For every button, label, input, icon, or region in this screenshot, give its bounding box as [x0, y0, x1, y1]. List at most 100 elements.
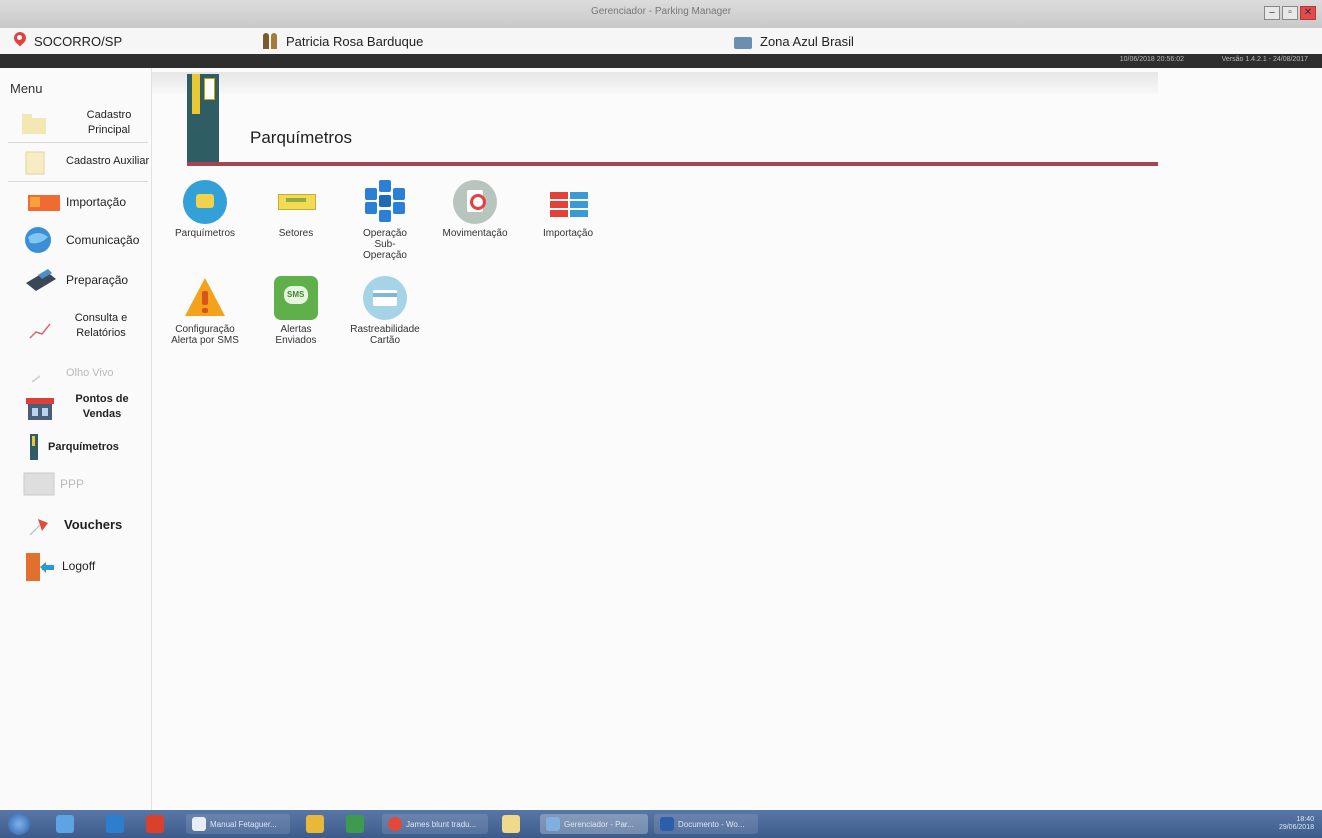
- sidebar-item-label: Vouchers: [64, 516, 123, 532]
- module-parquimetros[interactable]: Parquímetros: [161, 180, 249, 239]
- system-clock[interactable]: 18:40 29/06/2018: [1279, 816, 1314, 832]
- voucher-icon: [18, 509, 62, 539]
- taskbar-app-2[interactable]: James blunt tradu...: [382, 814, 488, 834]
- sidebar-item-cadastro-auxiliar[interactable]: Cadastro Auxiliar: [0, 144, 152, 178]
- sidebar-item-label: Logoff: [62, 558, 96, 573]
- taskbar-app-1[interactable]: Manual Fetaguer...: [186, 814, 290, 834]
- sidebar-item-label: Parquímetros: [48, 440, 119, 453]
- sidebar-item-cadastro-principal[interactable]: Cadastro Principal: [0, 106, 152, 140]
- globe-icon: [18, 225, 62, 255]
- user-icon: [262, 32, 280, 50]
- taskbar-app-4[interactable]: Documento - Wo...: [654, 814, 758, 834]
- parking-meter-icon: [183, 180, 227, 224]
- warning-icon: [183, 276, 227, 320]
- clock-time: 18:40: [1296, 816, 1314, 823]
- page-title: Parquímetros: [250, 128, 353, 147]
- location-pin-icon: [12, 32, 28, 50]
- explorer-icon[interactable]: [502, 815, 520, 833]
- module-label: Importação: [542, 228, 594, 239]
- browser-icon[interactable]: [56, 815, 74, 833]
- excel-icon[interactable]: [346, 815, 364, 833]
- ppp-icon: [18, 469, 62, 499]
- sidebar-item-label: Consulta e Relatórios: [74, 312, 128, 339]
- snowflake-icon: [363, 180, 407, 224]
- sidebar-item-label: Preparação: [66, 272, 129, 287]
- eye-icon: [18, 358, 62, 388]
- window-controls: – ▫ ✕: [1264, 6, 1316, 20]
- banner-divider: [187, 162, 1158, 166]
- window-title: Gerenciador - Parking Manager: [590, 6, 732, 17]
- datetime-label: 10/06/2018 20:56:02: [1119, 56, 1184, 63]
- sidebar-item-vouchers[interactable]: Vouchers: [0, 508, 152, 540]
- banner-gradient: [152, 72, 1158, 94]
- module-alertas-enviados[interactable]: SMS Alertas Enviados: [252, 276, 340, 346]
- sms-icon: SMS: [274, 276, 318, 320]
- sidebar-item-label: Pontos de Vendas: [75, 393, 129, 420]
- version-label: Versão 1.4.2.1 - 24/08/2017: [1221, 56, 1308, 63]
- minimize-button[interactable]: –: [1264, 6, 1280, 20]
- sidebar-item-pontos-vendas[interactable]: Pontos de Vendas: [0, 386, 152, 428]
- company-name: Zona Azul Brasil: [760, 33, 854, 49]
- header-bar: SOCORRO/SP Patricia Rosa Barduque Zona A…: [0, 28, 1322, 54]
- title-bar: Gerenciador - Parking Manager – ▫ ✕: [0, 0, 1322, 28]
- logoff-icon: [18, 551, 62, 581]
- sector-icon: [274, 180, 318, 224]
- module-label: Operação Sub-Operação: [363, 228, 407, 261]
- parking-meter-icon: [187, 74, 219, 166]
- card-reader-icon: [18, 265, 62, 295]
- status-strip: 10/06/2018 20:56:02 Versão 1.4.2.1 - 24/…: [0, 54, 1322, 68]
- restore-button[interactable]: ▫: [1282, 6, 1298, 20]
- sidebar-item-label: Importação: [66, 194, 127, 209]
- internet-explorer-icon[interactable]: [106, 815, 124, 833]
- movement-icon: [453, 180, 497, 224]
- sidebar-item-olho-vivo[interactable]: Olho Vivo: [0, 358, 152, 388]
- sidebar-item-comunicacao[interactable]: Comunicação: [0, 224, 152, 256]
- chart-icon: [18, 312, 62, 342]
- app-icon[interactable]: [146, 815, 164, 833]
- module-label: Alertas Enviados: [275, 324, 317, 346]
- module-rastreabilidade-cartao[interactable]: Rastreabilidade Cartão: [341, 276, 429, 346]
- module-importacao[interactable]: Importação: [524, 180, 612, 239]
- sidebar-item-preparacao[interactable]: Preparação: [0, 264, 152, 296]
- sidebar-item-logoff[interactable]: Logoff: [0, 548, 152, 584]
- sidebar-item-label: Olho Vivo: [66, 366, 114, 379]
- start-button[interactable]: [8, 813, 30, 835]
- module-config-alerta-sms[interactable]: Configuração Alerta por SMS: [161, 276, 249, 346]
- module-movimentacao[interactable]: Movimentação: [431, 180, 519, 239]
- taskbar-app-3[interactable]: Gerenciador - Par...: [540, 814, 648, 834]
- module-label: Movimentação: [442, 228, 508, 239]
- module-label: Rastreabilidade Cartão: [350, 324, 420, 346]
- app-window: Gerenciador - Parking Manager – ▫ ✕ SOCO…: [0, 0, 1322, 838]
- module-label: Setores: [278, 228, 314, 239]
- page-banner: Parquímetros: [152, 68, 1158, 170]
- folder-icon[interactable]: [306, 815, 324, 833]
- sidebar-item-label: Cadastro Principal: [86, 109, 132, 136]
- sidebar-item-ppp[interactable]: PPP: [0, 468, 152, 500]
- sidebar-item-parquimetros[interactable]: Parquímetros: [0, 432, 152, 462]
- sidebar-item-label: PPP: [60, 476, 85, 491]
- module-label: Parquímetros: [174, 228, 236, 239]
- folder-icon: [18, 108, 62, 138]
- clock-date: 29/06/2018: [1278, 824, 1314, 831]
- company-icon: [734, 32, 754, 50]
- menu-title: Menu: [10, 81, 43, 96]
- card-icon: [363, 276, 407, 320]
- company-info: Zona Azul Brasil: [734, 32, 854, 50]
- user-name: Patricia Rosa Barduque: [286, 33, 424, 49]
- close-button[interactable]: ✕: [1300, 6, 1316, 20]
- sidebar-item-label: Cadastro Auxiliar: [66, 154, 150, 167]
- store-icon: [18, 392, 62, 422]
- sidebar-item-consulta-relatorios[interactable]: Consulta e Relatórios: [0, 304, 152, 348]
- user-info: Patricia Rosa Barduque: [262, 32, 423, 50]
- module-operacao[interactable]: Operação Sub-Operação: [341, 180, 429, 261]
- sidebar-item-label: Comunicação: [66, 232, 140, 247]
- import-table-icon: [546, 180, 590, 224]
- city-label: SOCORRO/SP: [34, 33, 123, 49]
- import-icon: [18, 187, 62, 217]
- module-setores[interactable]: Setores: [252, 180, 340, 239]
- sidebar-item-importacao[interactable]: Importação: [0, 186, 152, 218]
- taskbar: Manual Fetaguer... James blunt tradu... …: [0, 810, 1322, 838]
- module-label: Configuração Alerta por SMS: [171, 324, 239, 346]
- city-info: SOCORRO/SP: [12, 32, 122, 50]
- document-icon: [18, 146, 62, 176]
